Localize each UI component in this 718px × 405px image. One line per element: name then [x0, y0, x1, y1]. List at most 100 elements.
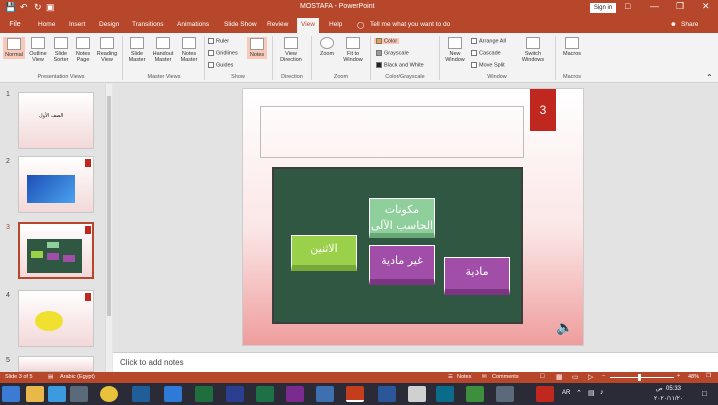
- tab-help[interactable]: Help: [329, 21, 342, 28]
- language-indicator[interactable]: Arabic (Egypt): [60, 374, 95, 380]
- start-icon[interactable]: [2, 386, 20, 402]
- scrollbar-thumb[interactable]: [107, 96, 111, 316]
- slide-thumbnail-5[interactable]: [18, 356, 94, 372]
- black-and-white-button[interactable]: Black and White: [376, 62, 424, 68]
- collapse-ribbon-icon[interactable]: ⌃: [706, 73, 713, 82]
- save-icon[interactable]: 💾: [5, 2, 16, 13]
- taskbar-app-icon[interactable]: [316, 386, 334, 402]
- taskbar-app-icon[interactable]: [466, 386, 484, 402]
- ribbon-options-icon[interactable]: □: [625, 1, 630, 11]
- photoshop-icon[interactable]: [132, 386, 150, 402]
- taskbar-app-icon[interactable]: [436, 386, 454, 402]
- comments-status-button[interactable]: Comments: [492, 374, 519, 380]
- minimize-icon[interactable]: —: [650, 1, 659, 11]
- taskbar-app-icon[interactable]: [408, 386, 426, 402]
- file-explorer-icon[interactable]: [26, 386, 44, 402]
- taskbar-app-icon[interactable]: [536, 386, 554, 402]
- slide-thumbnail-4[interactable]: [18, 290, 94, 347]
- powerpoint-icon[interactable]: [346, 386, 364, 402]
- close-icon[interactable]: ✕: [702, 1, 710, 12]
- tab-home[interactable]: Home: [38, 21, 55, 28]
- handout-master-icon: [156, 37, 170, 49]
- reading-view-status-icon[interactable]: ▭: [572, 373, 579, 381]
- notes-status-button[interactable]: Notes: [457, 374, 471, 380]
- fit-slide-icon[interactable]: ❒: [706, 373, 711, 379]
- undo-icon[interactable]: ↶: [20, 2, 28, 13]
- zoom-level[interactable]: 48%: [688, 374, 699, 380]
- redo-icon[interactable]: ↻: [34, 2, 42, 13]
- slide-thumbnail-1[interactable]: الصف الأول: [18, 92, 94, 149]
- tab-insert[interactable]: Insert: [69, 21, 85, 28]
- clock-date[interactable]: ٢٠٢٠/١١/٢٠: [654, 395, 683, 402]
- start-slideshow-icon[interactable]: ▣: [46, 2, 55, 13]
- notes-master-button[interactable]: Notes Master: [178, 37, 200, 63]
- tab-view[interactable]: View: [297, 18, 319, 33]
- clock-time[interactable]: 05:33: [666, 386, 681, 392]
- sign-in-button[interactable]: Sign in: [590, 3, 616, 13]
- taskbar-app-icon[interactable]: [70, 386, 88, 402]
- handout-master-button[interactable]: Handout Master: [150, 37, 176, 63]
- taskbar-app-icon[interactable]: [496, 386, 514, 402]
- arrange-all-button[interactable]: Arrange All: [471, 38, 506, 44]
- taskbar-app-icon[interactable]: [195, 386, 213, 402]
- premiere-icon[interactable]: [226, 386, 244, 402]
- status-bar: Slide 3 of 5 ▤ Arabic (Egypt) ☰ Notes ✉ …: [0, 372, 718, 383]
- view-direction-button[interactable]: View Direction: [276, 37, 306, 63]
- taskbar-app-icon[interactable]: [164, 386, 182, 402]
- slide-sorter-status-icon[interactable]: ▦: [556, 373, 563, 381]
- slide-sorter-button[interactable]: Slide Sorter: [51, 37, 71, 63]
- notes-pane[interactable]: Click to add notes: [113, 352, 718, 372]
- tell-me-box[interactable]: Tell me what you want to do: [370, 21, 450, 28]
- notes-toggle-button[interactable]: Notes: [247, 37, 267, 59]
- fit-to-window-button[interactable]: Fit to Window: [340, 37, 366, 63]
- volume-icon[interactable]: ♪: [600, 389, 604, 396]
- excel-icon[interactable]: [256, 386, 274, 402]
- share-button[interactable]: Share: [681, 21, 698, 28]
- title-placeholder[interactable]: [260, 106, 524, 158]
- tray-up-icon[interactable]: ⌃: [576, 389, 582, 397]
- proofing-icon[interactable]: ▤: [48, 374, 53, 380]
- macros-button[interactable]: Macros: [560, 37, 584, 57]
- notes-page-button[interactable]: Notes Page: [73, 37, 93, 63]
- maximize-icon[interactable]: ❐: [676, 1, 684, 12]
- cascade-button[interactable]: Cascade: [471, 50, 501, 56]
- reading-view-button[interactable]: Reading View: [95, 37, 119, 63]
- notification-icon[interactable]: □: [702, 389, 707, 398]
- guides-checkbox[interactable]: Guides: [208, 62, 233, 68]
- slide-thumbnail-3[interactable]: [18, 222, 94, 279]
- tab-design[interactable]: Design: [99, 21, 119, 28]
- chalkboard-image[interactable]: مكونات الحاسب الآلى الاثنين غير مادية ما…: [272, 167, 523, 324]
- taskbar-app-icon[interactable]: [48, 386, 66, 402]
- chrome-icon[interactable]: [100, 386, 118, 402]
- move-split-button[interactable]: Move Split: [471, 62, 505, 68]
- zoom-slider[interactable]: [610, 377, 674, 378]
- zoom-button[interactable]: Zoom: [316, 37, 338, 57]
- zoom-slider-thumb[interactable]: [638, 374, 641, 381]
- normal-view-status-icon[interactable]: □: [540, 373, 544, 380]
- keyboard-language[interactable]: AR: [562, 390, 570, 396]
- network-icon[interactable]: ▤: [588, 389, 595, 397]
- tab-file[interactable]: File: [0, 16, 30, 33]
- tab-animations[interactable]: Animations: [177, 21, 209, 28]
- color-button[interactable]: Color: [374, 38, 400, 45]
- gridlines-checkbox[interactable]: Gridlines: [208, 50, 238, 56]
- ruler-checkbox[interactable]: Ruler: [208, 38, 229, 44]
- zoom-out-icon[interactable]: −: [602, 373, 605, 379]
- slide-master-button[interactable]: Slide Master: [126, 37, 148, 63]
- tab-review[interactable]: Review: [267, 21, 288, 28]
- onenote-icon[interactable]: [286, 386, 304, 402]
- outline-view-button[interactable]: Outline View: [27, 37, 49, 63]
- zoom-in-icon[interactable]: +: [677, 373, 680, 379]
- switch-windows-button[interactable]: Switch Windows: [517, 37, 549, 63]
- share-icon[interactable]: ☻: [670, 21, 677, 28]
- speaker-icon[interactable]: 🔈: [556, 319, 573, 336]
- slideshow-status-icon[interactable]: ▷: [588, 373, 593, 381]
- grayscale-button[interactable]: Grayscale: [376, 50, 409, 56]
- normal-view-button[interactable]: Normal: [3, 37, 25, 59]
- tab-slide-show[interactable]: Slide Show: [224, 21, 257, 28]
- word-icon[interactable]: [378, 386, 396, 402]
- tab-transitions[interactable]: Transitions: [132, 21, 164, 28]
- new-window-button[interactable]: New Window: [442, 37, 468, 63]
- thumbnail-scrollbar[interactable]: [105, 84, 112, 372]
- slide-thumbnail-2[interactable]: [18, 156, 94, 213]
